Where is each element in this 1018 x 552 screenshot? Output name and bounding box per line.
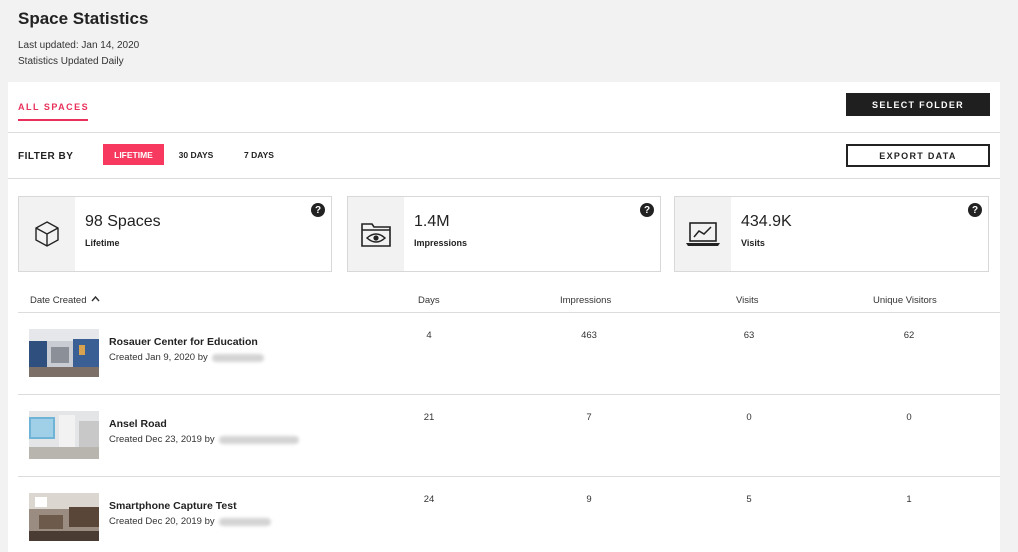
redacted-author xyxy=(218,517,271,526)
filter-7-days-button[interactable]: 7 DAYS xyxy=(236,144,282,165)
stat-card-visits: 434.9K Visits ? xyxy=(674,196,989,272)
impressions-cell: 7 xyxy=(586,412,592,423)
filter-by-label: FILTER BY xyxy=(18,151,74,162)
help-icon[interactable]: ? xyxy=(968,203,982,217)
page-title: Space Statistics xyxy=(18,9,149,28)
created-text: Created Dec 20, 2019 by xyxy=(109,516,215,527)
column-header-visits[interactable]: Visits xyxy=(736,295,759,306)
stat-label: Visits xyxy=(741,238,765,248)
space-name-link[interactable]: Smartphone Capture Test xyxy=(109,500,237,512)
column-header-label: Date Created xyxy=(30,295,87,306)
stat-card-impressions: 1.4M Impressions ? xyxy=(347,196,661,272)
stat-icon-container xyxy=(675,197,731,271)
space-name-link[interactable]: Rosauer Center for Education xyxy=(109,336,258,348)
divider xyxy=(8,178,1000,179)
stat-icon-container xyxy=(348,197,404,271)
eye-folder-icon xyxy=(361,223,391,247)
table-row[interactable]: Rosauer Center for Education Created Jan… xyxy=(18,313,1000,395)
space-name-link[interactable]: Ansel Road xyxy=(109,418,167,430)
stat-value: 434.9K xyxy=(741,213,792,230)
help-icon[interactable]: ? xyxy=(311,203,325,217)
stat-value: 98 Spaces xyxy=(85,213,161,230)
statistics-panel: ALL SPACES SELECT FOLDER FILTER BY LIFET… xyxy=(8,82,1000,552)
column-header-days[interactable]: Days xyxy=(418,295,440,306)
sort-ascending-icon xyxy=(91,295,100,302)
visits-cell: 0 xyxy=(746,412,752,423)
days-cell: 24 xyxy=(423,494,435,505)
created-info: Created Dec 20, 2019 by xyxy=(109,516,271,527)
stat-label: Lifetime xyxy=(85,238,120,248)
unique-visitors-cell: 62 xyxy=(903,330,915,341)
column-header-impressions[interactable]: Impressions xyxy=(560,295,611,306)
unique-visitors-cell: 0 xyxy=(906,412,912,423)
space-thumbnail[interactable] xyxy=(29,411,99,459)
table-row[interactable]: Ansel Road Created Dec 23, 2019 by 21 7 … xyxy=(18,395,1000,477)
select-folder-button[interactable]: SELECT FOLDER xyxy=(846,93,990,116)
redacted-author xyxy=(218,435,299,444)
active-tab-indicator xyxy=(18,119,88,121)
created-info: Created Dec 23, 2019 by xyxy=(109,434,299,445)
redacted-author xyxy=(211,353,264,362)
last-updated-text: Last updated: Jan 14, 2020 xyxy=(18,40,140,51)
impressions-cell: 9 xyxy=(586,494,592,505)
update-frequency-text: Statistics Updated Daily xyxy=(18,56,124,67)
stat-icon-container xyxy=(19,197,75,271)
space-thumbnail[interactable] xyxy=(29,329,99,377)
stat-card-spaces: 98 Spaces Lifetime ? xyxy=(18,196,332,272)
cube-icon xyxy=(35,221,59,247)
stat-value: 1.4M xyxy=(414,213,450,230)
filter-30-days-button[interactable]: 30 DAYS xyxy=(172,144,220,165)
help-icon[interactable]: ? xyxy=(640,203,654,217)
impressions-cell: 463 xyxy=(581,330,597,341)
laptop-chart-icon xyxy=(686,222,720,246)
column-header-unique-visitors[interactable]: Unique Visitors xyxy=(873,295,937,306)
space-thumbnail[interactable] xyxy=(29,493,99,541)
filter-lifetime-button[interactable]: LIFETIME xyxy=(103,144,164,165)
column-header-date-created[interactable]: Date Created xyxy=(30,295,100,306)
table-row[interactable]: Smartphone Capture Test Created Dec 20, … xyxy=(18,477,1000,552)
export-data-button[interactable]: EXPORT DATA xyxy=(846,144,990,167)
unique-visitors-cell: 1 xyxy=(906,494,912,505)
visits-cell: 63 xyxy=(743,330,755,341)
stat-label: Impressions xyxy=(414,238,468,248)
created-text: Created Jan 9, 2020 by xyxy=(109,352,208,363)
visits-cell: 5 xyxy=(746,494,752,505)
days-cell: 4 xyxy=(426,330,432,341)
created-text: Created Dec 23, 2019 by xyxy=(109,434,215,445)
days-cell: 21 xyxy=(423,412,435,423)
tab-all-spaces[interactable]: ALL SPACES xyxy=(18,102,89,112)
divider xyxy=(8,132,1000,133)
created-info: Created Jan 9, 2020 by xyxy=(109,352,264,363)
